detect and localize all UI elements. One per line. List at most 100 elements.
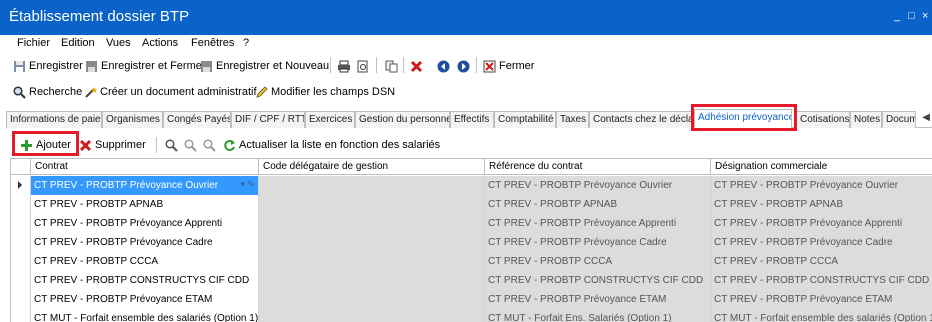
tab-notes[interactable]: Notes: [850, 111, 882, 128]
table-row[interactable]: CT PREV - PROBTP APNAB CT PREV - PROBTP …: [11, 195, 932, 214]
cell-reference: CT PREV - PROBTP Prévoyance ETAM: [485, 290, 711, 309]
pencil-icon: [255, 85, 268, 99]
main-toolbar: Enregistrer Enregistrer et Fermer Enregi…: [0, 54, 932, 76]
header-code-delegataire[interactable]: Code délégataire de gestion: [259, 159, 485, 175]
table-row[interactable]: CT PREV - PROBTP Prévoyance ETAM CT PREV…: [11, 290, 932, 309]
floppy-close-icon: [85, 60, 98, 73]
menu-fenetres[interactable]: Fenêtres: [191, 37, 234, 49]
tab-contacts[interactable]: Contacts chez le déclarant: [589, 111, 692, 128]
plus-icon: [20, 139, 33, 152]
toolbar-separator: [156, 137, 157, 153]
row-indicator: [11, 271, 31, 290]
cell-code: [259, 252, 485, 271]
toolbar-separator: [376, 57, 377, 73]
cell-designation: CT PREV - PROBTP Prévoyance Apprenti: [711, 214, 932, 233]
refresh-button[interactable]: Actualiser la liste en fonction des sala…: [223, 137, 440, 153]
delete-record-button[interactable]: [410, 58, 423, 74]
tab-informations-de-paie[interactable]: Informations de paie: [6, 111, 102, 128]
tab-gestion-du-personnel[interactable]: Gestion du personnel: [355, 111, 450, 128]
cell-reference: CT PREV - PROBTP Prévoyance Cadre: [485, 233, 711, 252]
search-previous-button[interactable]: [203, 137, 216, 153]
create-document-button[interactable]: Créer un document administratif: [84, 84, 257, 100]
tab-cotisations[interactable]: Cotisations: [796, 111, 850, 128]
row-indicator: [11, 214, 31, 233]
cell-contrat[interactable]: CT PREV - PROBTP Prévoyance Apprenti: [31, 214, 259, 233]
table-row[interactable]: CT PREV - PROBTP Prévoyance Apprenti CT …: [11, 214, 932, 233]
row-indicator: [11, 309, 31, 322]
tab-effectifs[interactable]: Effectifs: [450, 111, 494, 128]
tab-taxes[interactable]: Taxes: [556, 111, 589, 128]
modify-dsn-button[interactable]: Modifier les champs DSN: [255, 84, 395, 100]
search-grid-button[interactable]: [165, 137, 178, 153]
save-label: Enregistrer: [29, 60, 83, 72]
menu-edition[interactable]: Edition: [61, 37, 95, 49]
close-button[interactable]: Fermer: [483, 58, 534, 74]
table-row[interactable]: CT PREV - PROBTP CONSTRUCTYS CIF CDD CT …: [11, 271, 932, 290]
next-button[interactable]: [457, 58, 470, 74]
search-icon: [13, 85, 26, 99]
save-button[interactable]: Enregistrer: [13, 58, 83, 74]
add-button[interactable]: Ajouter: [20, 137, 71, 153]
cell-code: [259, 195, 485, 214]
close-doc-icon: [483, 60, 496, 73]
cell-reference: CT PREV - PROBTP APNAB: [485, 195, 711, 214]
save-new-button[interactable]: Enregistrer et Nouveau: [200, 58, 329, 74]
menu-actions[interactable]: Actions: [142, 37, 178, 49]
row-indicator: [11, 290, 31, 309]
header-indicator: [11, 159, 31, 175]
cell-contrat[interactable]: CT PREV - PROBTP APNAB: [31, 195, 259, 214]
maximize-button[interactable]: □: [908, 10, 915, 22]
tab-organismes[interactable]: Organismes: [102, 111, 163, 128]
menu-help[interactable]: ?: [243, 37, 249, 49]
previous-button[interactable]: [437, 58, 450, 74]
search-next-button[interactable]: [184, 137, 197, 153]
cell-designation: CT PREV - PROBTP Prévoyance Ouvrier: [711, 176, 932, 195]
cell-contrat[interactable]: CT MUT - Forfait ensemble des salariés (…: [31, 309, 259, 322]
delete-button[interactable]: Supprimer: [79, 137, 146, 153]
tab-strip: Informations de paie Organismes Congés P…: [6, 108, 932, 129]
cell-reference: CT MUT - Forfait Ens. Salariés (Option 1…: [485, 309, 711, 322]
toolbar-separator: [330, 57, 331, 73]
dropdown-edit-icon[interactable]: ▾ ✎: [240, 179, 255, 190]
close-window-button[interactable]: ×: [922, 10, 928, 22]
cell-contrat[interactable]: CT PREV - PROBTP Prévoyance ETAM: [31, 290, 259, 309]
cell-contrat[interactable]: CT PREV - PROBTP CONSTRUCTYS CIF CDD: [31, 271, 259, 290]
minimize-button[interactable]: _: [894, 10, 900, 22]
cell-designation: CT PREV - PROBTP CONSTRUCTYS CIF CDD: [711, 271, 932, 290]
grid-header: Contrat Code délégataire de gestion Réfé…: [11, 159, 932, 175]
cell-contrat[interactable]: CT PREV - PROBTP Prévoyance Ouvrier ▾ ✎: [31, 176, 259, 195]
menu-vues[interactable]: Vues: [106, 37, 131, 49]
tab-dif-cpf-rtt[interactable]: DIF / CPF / RTT: [231, 111, 305, 128]
tab-scroll-left-icon[interactable]: ◀: [922, 112, 930, 123]
tab-exercices[interactable]: Exercices: [305, 111, 355, 128]
header-contrat[interactable]: Contrat: [31, 159, 259, 175]
cell-code: [259, 233, 485, 252]
table-row[interactable]: CT PREV - PROBTP Prévoyance Cadre CT PRE…: [11, 233, 932, 252]
search-button[interactable]: Recherche: [13, 84, 82, 100]
save-new-label: Enregistrer et Nouveau: [216, 60, 330, 72]
save-close-button[interactable]: Enregistrer et Fermer: [85, 58, 206, 74]
tab-adhesion-prevoyance[interactable]: Adhésion prévoyance: [694, 109, 792, 129]
print-preview-button[interactable]: [356, 58, 369, 74]
header-designation[interactable]: Désignation commerciale: [711, 159, 932, 175]
search-next-icon: [184, 138, 197, 152]
red-x-icon: [410, 60, 423, 73]
menu-fichier[interactable]: Fichier: [17, 37, 50, 49]
create-document-label: Créer un document administratif: [100, 86, 257, 98]
tab-conges-payes[interactable]: Congés Payés: [163, 111, 231, 128]
table-row[interactable]: CT PREV - PROBTP Prévoyance Ouvrier ▾ ✎ C…: [11, 176, 932, 195]
header-reference[interactable]: Référence du contrat: [485, 159, 711, 175]
tab-comptabilite[interactable]: Comptabilité: [494, 111, 556, 128]
table-row[interactable]: CT PREV - PROBTP CCCA CT PREV - PROBTP C…: [11, 252, 932, 271]
table-row[interactable]: CT MUT - Forfait ensemble des salariés (…: [11, 309, 932, 322]
cell-contrat[interactable]: CT PREV - PROBTP CCCA: [31, 252, 259, 271]
cell-designation: CT PREV - PROBTP CCCA: [711, 252, 932, 271]
row-indicator: [11, 176, 31, 195]
cell-contrat[interactable]: CT PREV - PROBTP Prévoyance Cadre: [31, 233, 259, 252]
copy-button[interactable]: [385, 58, 398, 74]
print-button[interactable]: [337, 58, 350, 74]
grid-toolbar: Ajouter Supprimer Actualiser la liste en…: [10, 134, 930, 156]
tab-documents[interactable]: Documents: [882, 111, 916, 128]
title-bar: Établissement dossier BTP _ □ ×: [0, 0, 932, 35]
floppy-icon: [13, 60, 26, 73]
